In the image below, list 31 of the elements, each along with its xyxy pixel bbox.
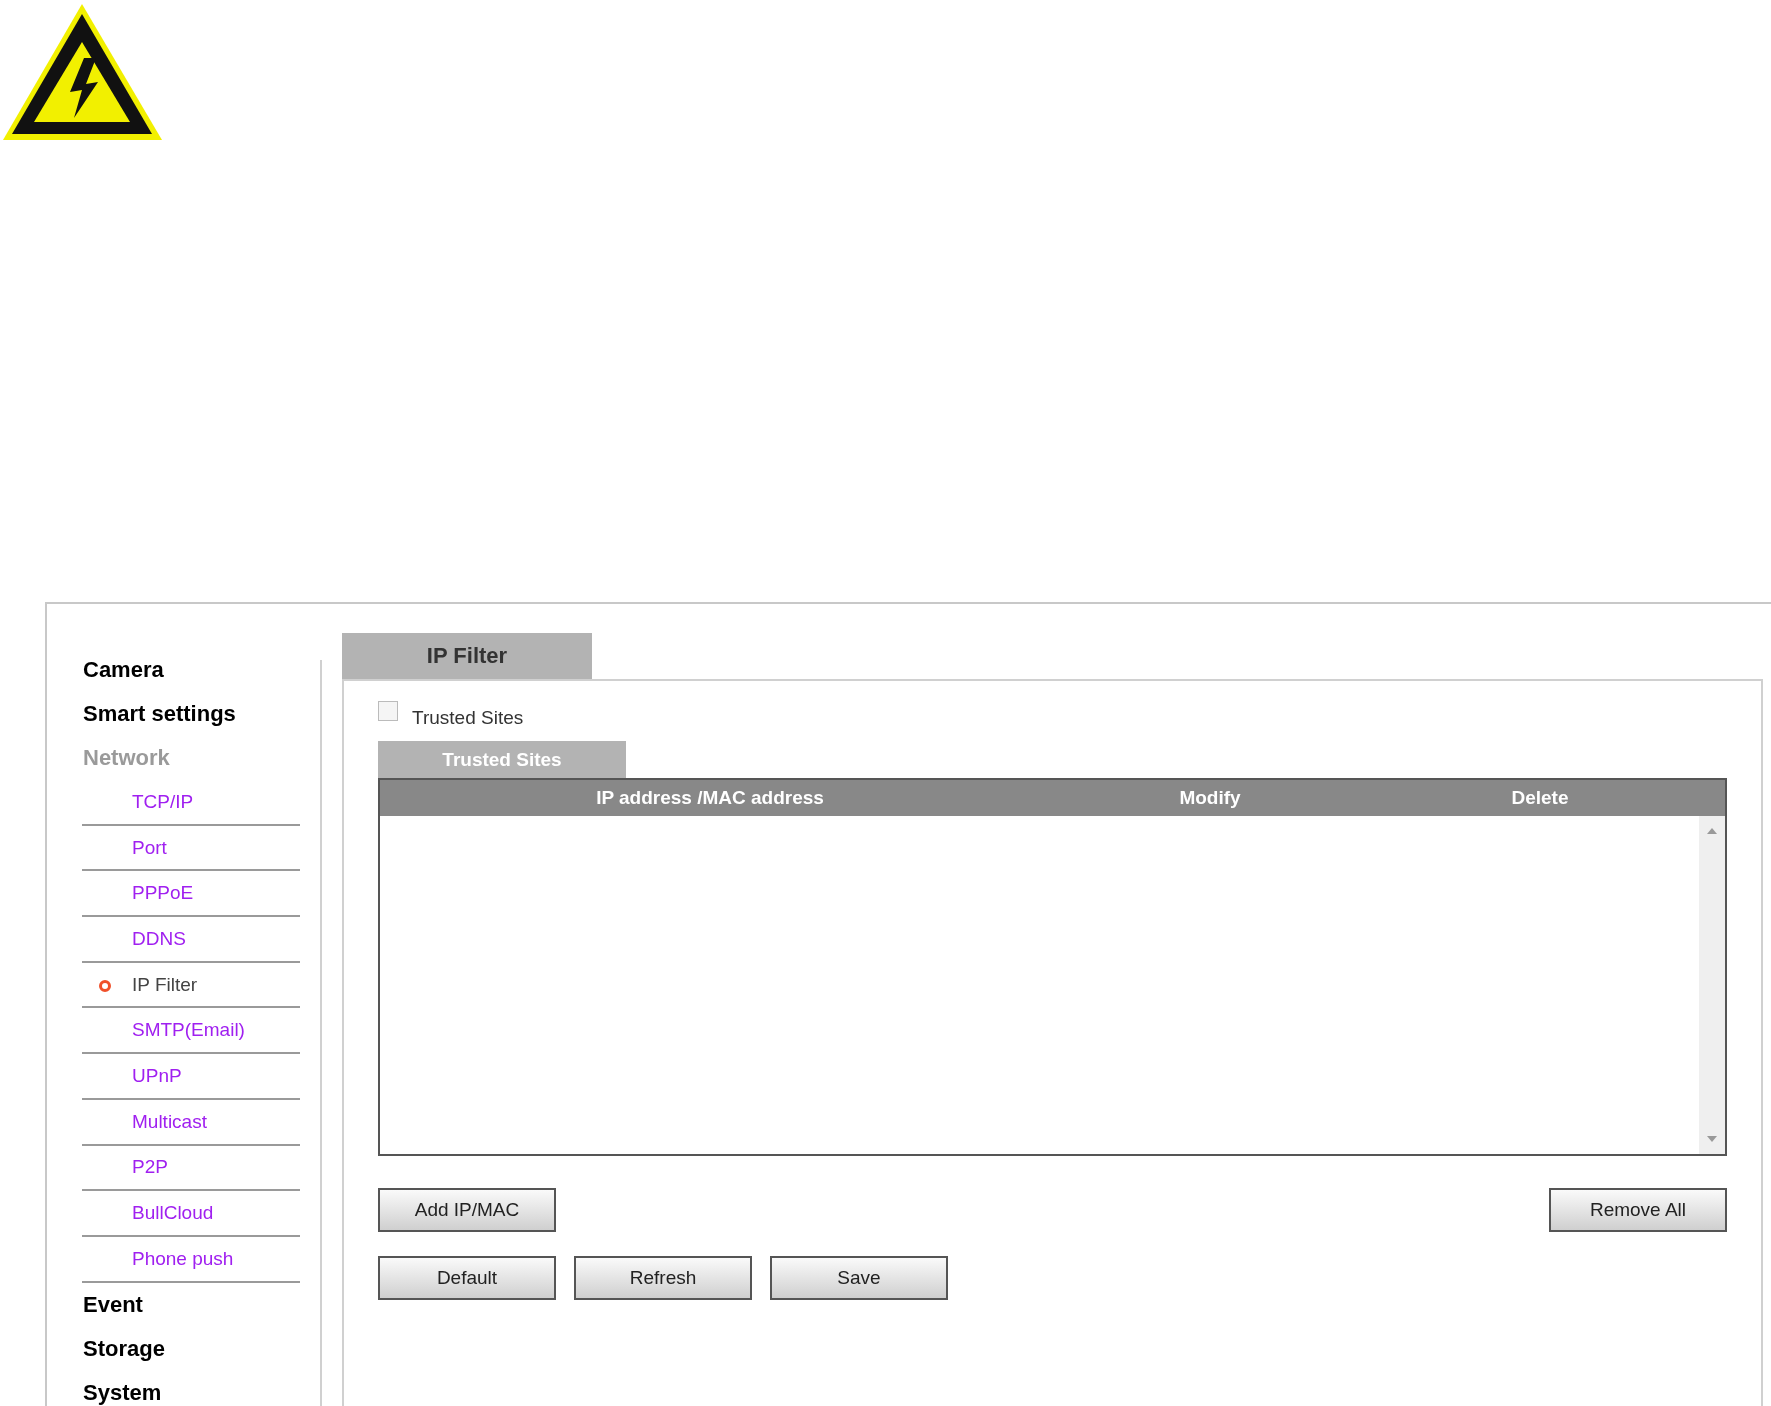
action-button[interactable]: Default	[378, 1256, 556, 1300]
scroll-down-icon[interactable]	[1707, 1136, 1717, 1142]
action-button[interactable]: Refresh	[574, 1256, 752, 1300]
menu-item[interactable]: TCP/IP	[82, 780, 300, 826]
menu-item[interactable]: SMTP(Email)	[82, 1008, 300, 1055]
menu-item[interactable]: DDNS	[82, 917, 300, 963]
action-button[interactable]: Save	[770, 1256, 948, 1300]
list-button[interactable]: Add IP/MAC	[378, 1188, 556, 1232]
column-header: IP address /MAC address	[595, 787, 825, 809]
menu-item[interactable]: UPnP	[82, 1054, 300, 1100]
menu-section[interactable]: Event	[82, 1282, 304, 1327]
list-button[interactable]: Remove All	[1549, 1188, 1727, 1232]
menu-item[interactable]: IP Filter	[82, 962, 300, 1009]
menu-item[interactable]: P2P	[82, 1145, 300, 1192]
column-header: Delete	[1510, 787, 1570, 809]
menu-item[interactable]: Port	[82, 825, 300, 872]
selected-circle-icon	[98, 978, 112, 993]
checkbox[interactable]	[378, 701, 398, 721]
page-tab[interactable]: IP Filter	[342, 633, 592, 679]
menu-section[interactable]: Camera	[82, 648, 304, 692]
checkbox-label: Trusted Sites	[412, 707, 524, 729]
menu-section[interactable]: System	[82, 1370, 304, 1406]
scroll-up-icon[interactable]	[1707, 828, 1717, 834]
menu-section[interactable]: Smart settings	[82, 692, 304, 736]
column-header: Modify	[1178, 787, 1242, 809]
scrollbar[interactable]	[1699, 816, 1725, 1154]
menu-item[interactable]: PPPoE	[82, 871, 300, 918]
menu-item[interactable]: Phone push	[82, 1236, 300, 1283]
menu-item[interactable]: Multicast	[82, 1099, 300, 1146]
menu-item[interactable]: BullCloud	[82, 1191, 300, 1237]
menu-section[interactable]: Storage	[82, 1326, 304, 1371]
